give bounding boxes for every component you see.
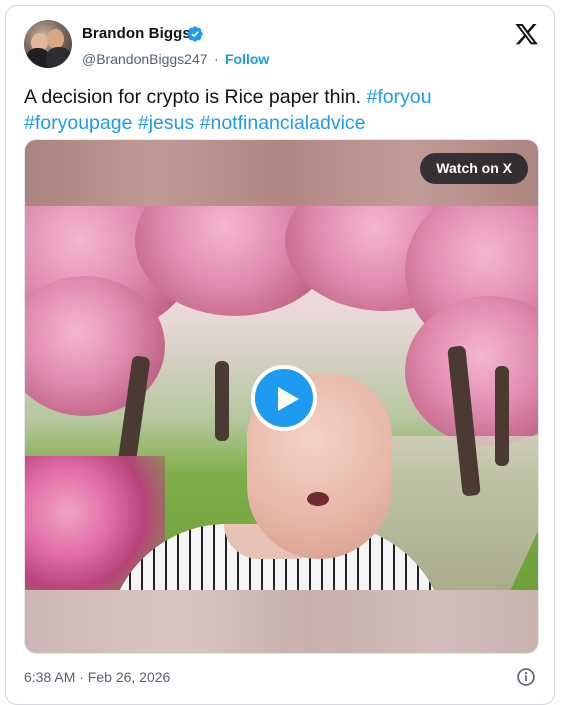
watch-on-x-button[interactable]: Watch on X bbox=[420, 153, 528, 184]
hashtag-foryou[interactable]: #foryou bbox=[367, 86, 432, 108]
tweet-text: A decision for crypto is Rice paper thin… bbox=[24, 84, 534, 136]
x-logo-icon[interactable] bbox=[515, 24, 538, 45]
video-bottom-blur bbox=[25, 590, 538, 653]
tweet-timestamp[interactable]: 6:38 AM · Feb 26, 2026 bbox=[24, 669, 170, 685]
info-icon[interactable] bbox=[516, 667, 536, 687]
hashtag-foryoupage[interactable]: #foryoupage bbox=[24, 112, 132, 134]
hashtag-jesus[interactable]: #jesus bbox=[138, 112, 194, 134]
follow-button[interactable]: Follow bbox=[225, 51, 269, 67]
play-button[interactable] bbox=[251, 365, 317, 431]
verified-badge-icon bbox=[187, 26, 203, 42]
play-icon bbox=[278, 387, 299, 411]
hashtag-notfinancialadvice[interactable]: #notfinancialadvice bbox=[200, 112, 366, 134]
video-media[interactable]: Watch on X bbox=[24, 139, 539, 654]
separator-dot: · bbox=[214, 51, 219, 67]
tweet-plain-text: A decision for crypto is Rice paper thin… bbox=[24, 86, 367, 108]
avatar[interactable] bbox=[24, 20, 72, 68]
author-handle[interactable]: @BrandonBiggs247 bbox=[82, 51, 208, 67]
author-name[interactable]: Brandon Biggs bbox=[82, 25, 191, 42]
tweet-card: Brandon Biggs @BrandonBiggs247 · Follow … bbox=[5, 5, 555, 705]
